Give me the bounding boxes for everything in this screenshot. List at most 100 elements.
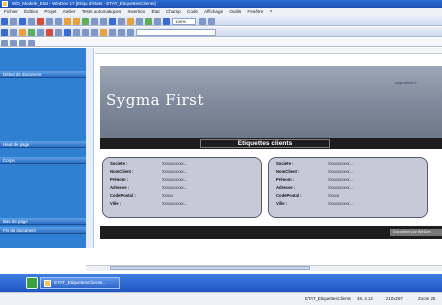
menu-item-code[interactable]: Code <box>187 9 198 14</box>
align-center-icon[interactable] <box>118 28 125 36</box>
menu-bar: Fichier Édition Projet Atelier Tests aut… <box>0 8 442 16</box>
code-icon[interactable] <box>145 17 152 25</box>
menu-item-etat[interactable]: État <box>151 9 159 14</box>
barcode-icon[interactable] <box>64 28 71 36</box>
query-icon[interactable] <box>118 17 125 25</box>
print-icon[interactable] <box>28 17 35 25</box>
bold-icon[interactable] <box>73 28 80 36</box>
footer-tag[interactable]: Document par WinDev <box>390 229 442 236</box>
status-size: 210x297 <box>386 296 403 301</box>
field-label: CodePostal : <box>110 193 136 198</box>
report-title[interactable]: Etiquettes clients <box>200 139 330 148</box>
field-value[interactable]: Xxxxxxxxxx... <box>162 185 187 191</box>
block-bas-de-page[interactable]: Bas de page <box>0 218 86 225</box>
start-icon[interactable] <box>26 277 38 289</box>
card-row: Adresse : Xxxxxxxxxx... <box>276 185 426 191</box>
scrollbar-thumb[interactable] <box>110 266 310 270</box>
layout-icon-2[interactable] <box>10 39 17 46</box>
block-label: Fin de document <box>3 228 36 233</box>
report-url[interactable]: sygmafirst.fr <box>395 80 417 85</box>
menu-item-outils[interactable]: Outils <box>229 9 241 14</box>
window-icon[interactable] <box>136 17 143 25</box>
undo-icon[interactable] <box>64 17 71 25</box>
rubric-icon[interactable] <box>28 28 35 36</box>
redo-icon[interactable] <box>73 17 80 25</box>
label-card-left[interactable]: Societe : Xxxxxxxxxx... NomClient : Xxxxxx… <box>102 157 262 218</box>
copy-icon[interactable] <box>46 17 53 25</box>
field-value[interactable]: Xxxxxxxxxx... <box>162 201 187 207</box>
menu-item-affichage[interactable]: Affichage <box>204 9 223 14</box>
static-icon[interactable] <box>10 28 17 36</box>
block-corps[interactable]: Corps <box>0 157 86 164</box>
report-brand[interactable]: Sygma First <box>106 91 204 109</box>
block-debut-document[interactable]: Début de document <box>0 71 86 78</box>
report-footer-bar: Document par WinDev <box>100 226 442 239</box>
layout-icon-1[interactable] <box>1 39 8 46</box>
field-value[interactable]: Xxxxxxxxxx... <box>328 177 353 183</box>
underline-icon[interactable] <box>91 28 98 36</box>
menu-item-edition[interactable]: Édition <box>24 9 38 14</box>
window-title-bar[interactable]: WD_Modele_Etat - WinDev 17 [Etiqu d'état… <box>0 0 442 8</box>
color-icon[interactable] <box>100 28 107 36</box>
line-icon[interactable] <box>37 28 44 36</box>
card-row: Ville : Xxxxxxxxxx... <box>110 201 260 207</box>
field-value[interactable]: Xxxxxxxxxx... <box>162 161 187 167</box>
run-icon[interactable] <box>82 17 89 25</box>
open-icon[interactable] <box>10 17 17 25</box>
label-card-right[interactable]: Societe : Xxxxxxxxxx... NomClient : Xxxxxx… <box>268 157 428 218</box>
toolbar-layout <box>0 38 442 47</box>
field-value[interactable]: Xxxxx <box>328 193 339 199</box>
menu-item-help[interactable]: ? <box>270 9 273 14</box>
field-value[interactable]: Xxxxxxxxxx... <box>328 161 353 167</box>
field-value[interactable]: Xxxxxxxxxx... <box>328 201 353 207</box>
project-icon[interactable] <box>100 17 107 25</box>
field-label: NomClient : <box>110 169 134 174</box>
cut-icon[interactable] <box>37 17 44 25</box>
app-icon <box>2 1 8 7</box>
rect-icon[interactable] <box>46 28 53 36</box>
zoom-in-icon[interactable] <box>198 17 206 25</box>
report-icon[interactable] <box>127 17 134 25</box>
menu-item-tests[interactable]: Tests automatiques <box>82 9 122 14</box>
font-select[interactable] <box>136 28 217 36</box>
field-value[interactable]: Xxxxxxxxxx... <box>162 177 187 183</box>
field-icon[interactable] <box>1 28 8 36</box>
analysis-icon[interactable] <box>109 17 116 25</box>
zoom-select[interactable]: 100% <box>172 17 197 25</box>
paste-icon[interactable] <box>55 17 62 25</box>
menu-item-atelier[interactable]: Atelier <box>62 9 75 14</box>
menu-item-fichier[interactable]: Fichier <box>4 9 18 14</box>
field-value[interactable]: Xxxxxxxxxx... <box>328 169 353 175</box>
layout-icon-4[interactable] <box>28 39 35 46</box>
field-label: Ville : <box>276 201 288 206</box>
menu-item-fenetre[interactable]: Fenêtre <box>247 9 263 14</box>
menu-item-insertion[interactable]: Insertion <box>128 9 146 14</box>
taskbar-item-etat[interactable]: ETAT_EtiquettesClients... <box>40 277 120 289</box>
field-label: CodePostal : <box>276 193 302 198</box>
card-row: CodePostal : Xxxxx <box>110 193 260 199</box>
field-value[interactable]: Xxxxxxxxxx... <box>328 185 353 191</box>
field-label: Adresse : <box>110 185 130 190</box>
field-label: Societe : <box>276 161 294 166</box>
field-label: Adresse : <box>276 185 296 190</box>
grid-icon[interactable] <box>154 17 161 25</box>
debug-icon[interactable] <box>91 17 98 25</box>
align-left-icon[interactable] <box>109 28 116 36</box>
align-right-icon[interactable] <box>127 28 134 36</box>
image-icon[interactable] <box>19 28 26 36</box>
new-icon[interactable] <box>1 17 8 25</box>
menu-item-projet[interactable]: Projet <box>44 9 56 14</box>
block-fin-document[interactable]: Fin de document <box>0 227 86 234</box>
italic-icon[interactable] <box>82 28 89 36</box>
block-haut-de-page[interactable]: Haut de page <box>0 141 86 148</box>
chart-icon[interactable] <box>55 28 62 36</box>
menu-item-champ[interactable]: Champ <box>166 9 181 14</box>
field-value[interactable]: Xxxxxxxxxx... <box>162 169 187 175</box>
zoom-out-icon[interactable] <box>207 17 215 25</box>
align-icon[interactable] <box>163 17 170 25</box>
save-icon[interactable] <box>19 17 26 25</box>
layout-icon-3[interactable] <box>19 39 26 46</box>
status-coords: 48, 2.12 <box>357 296 373 301</box>
field-value[interactable]: Xxxxx <box>162 193 173 199</box>
zoom-value: 100% <box>175 18 186 24</box>
